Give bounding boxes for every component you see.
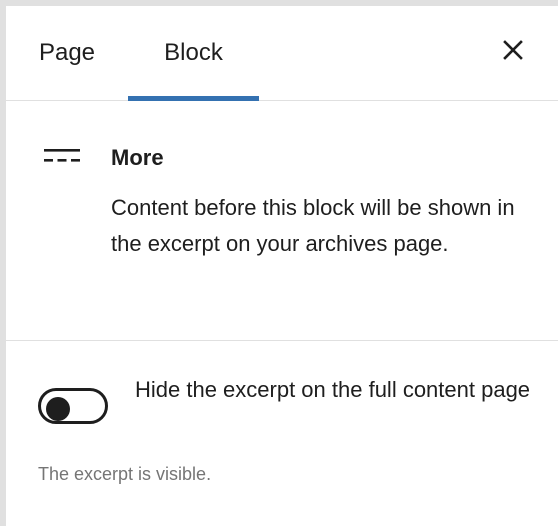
toggle-knob (46, 397, 70, 421)
tab-block-label: Block (164, 39, 223, 66)
block-title: More (111, 145, 164, 170)
block-card: More Content before this block will be s… (6, 101, 558, 341)
block-settings-sidebar: Page Block More Content before this bloc… (0, 0, 558, 526)
tab-block[interactable]: Block (128, 6, 259, 100)
hide-excerpt-toggle[interactable] (38, 388, 108, 424)
block-settings-panel: Hide the excerpt on the full content pag… (6, 341, 558, 521)
tab-page[interactable]: Page (26, 6, 108, 100)
close-icon (503, 40, 523, 60)
block-description: Content before this block will be shown … (111, 195, 515, 256)
tab-page-label: Page (38, 39, 96, 66)
sidebar-header: Page Block (6, 6, 558, 101)
toggle-help-text: The excerpt is visible. (38, 464, 212, 484)
more-icon (44, 149, 80, 162)
close-button[interactable] (498, 35, 528, 65)
hide-excerpt-toggle-label[interactable]: Hide the excerpt on the full content pag… (135, 374, 535, 405)
